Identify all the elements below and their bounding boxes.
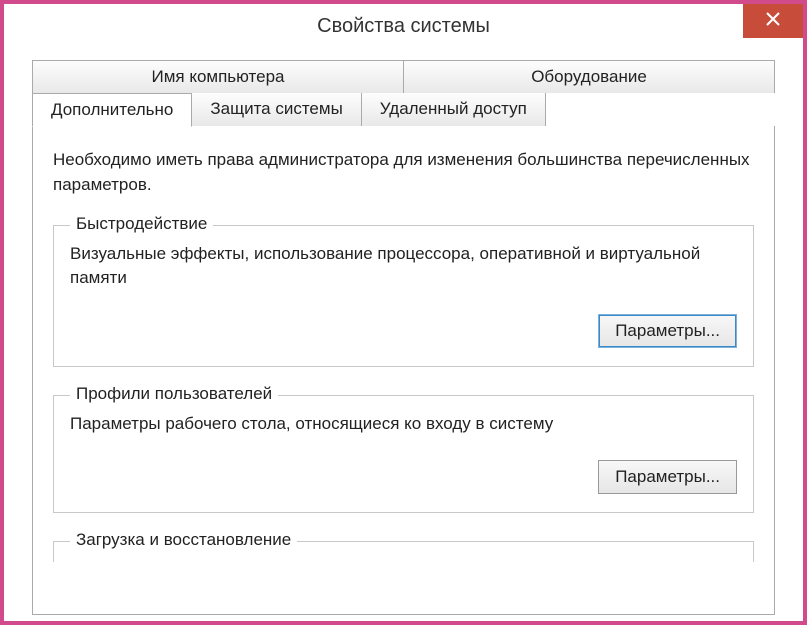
tab-hardware[interactable]: Оборудование xyxy=(403,60,775,93)
close-button[interactable] xyxy=(743,4,803,38)
system-properties-window: Свойства системы Имя компьютера Оборудов… xyxy=(4,4,803,621)
profiles-description: Параметры рабочего стола, относящиеся ко… xyxy=(70,412,737,436)
tab-system-protection[interactable]: Защита системы xyxy=(192,93,361,127)
startup-recovery-group: Загрузка и восстановление xyxy=(53,541,754,562)
tab-computer-name[interactable]: Имя компьютера xyxy=(32,60,403,93)
performance-legend: Быстродействие xyxy=(70,214,213,234)
performance-settings-button[interactable]: Параметры... xyxy=(598,314,737,348)
performance-group: Быстродействие Визуальные эффекты, испол… xyxy=(53,225,754,367)
window-title: Свойства системы xyxy=(317,15,490,38)
performance-button-row: Параметры... xyxy=(70,314,737,348)
bottom-tab-row: Дополнительно Защита системы Удаленный д… xyxy=(32,93,775,127)
profiles-settings-button[interactable]: Параметры... xyxy=(598,460,737,494)
close-icon xyxy=(765,11,781,32)
startup-legend: Загрузка и восстановление xyxy=(70,530,297,550)
user-profiles-group: Профили пользователей Параметры рабочего… xyxy=(53,395,754,513)
profiles-button-row: Параметры... xyxy=(70,460,737,494)
advanced-panel: Необходимо иметь права администратора дл… xyxy=(32,126,775,615)
tab-advanced[interactable]: Дополнительно xyxy=(32,93,192,127)
tab-remote[interactable]: Удаленный доступ xyxy=(362,93,546,127)
top-tab-row: Имя компьютера Оборудование xyxy=(32,60,775,93)
content-area: Имя компьютера Оборудование Дополнительн… xyxy=(4,48,803,621)
titlebar: Свойства системы xyxy=(4,4,803,48)
performance-description: Визуальные эффекты, использование процес… xyxy=(70,242,737,290)
admin-rights-note: Необходимо иметь права администратора дл… xyxy=(53,148,754,197)
profiles-legend: Профили пользователей xyxy=(70,384,278,404)
